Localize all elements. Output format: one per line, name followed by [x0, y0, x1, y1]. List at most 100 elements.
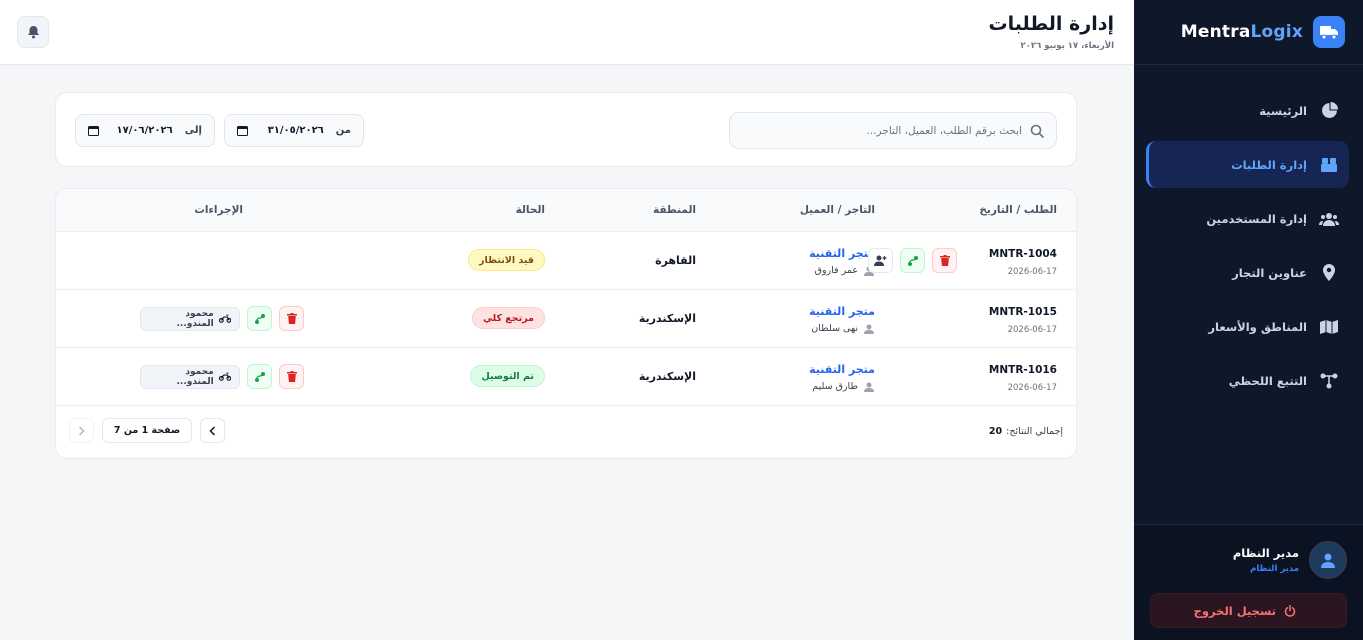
merchant-name[interactable]: متجر التقنية	[809, 305, 875, 318]
sidebar-item-label: التتبع اللحظي	[1228, 373, 1307, 388]
total-value: 20	[988, 426, 1003, 437]
delete-button[interactable]	[932, 248, 957, 273]
search-icon	[1030, 124, 1044, 138]
region: الإسكندرية	[638, 312, 696, 325]
sidebar-item-zones-prices[interactable]: المناطق والأسعار	[1148, 303, 1349, 350]
row-actions: محمود المندو...	[140, 306, 304, 331]
user-icon	[1321, 553, 1335, 568]
track-route-button[interactable]	[900, 248, 925, 273]
logout-label: تسجيل الخروج	[1193, 603, 1276, 618]
driver-select[interactable]: محمود المندو...	[140, 364, 240, 389]
notifications-button[interactable]	[17, 16, 49, 48]
status-badge: مرتجع كلي	[471, 307, 545, 329]
page-info: صفحة 1 من 7	[102, 418, 192, 443]
column-region: المنطقة	[652, 204, 696, 216]
order-date: 2026-06-17	[1007, 383, 1057, 393]
prev-page-button[interactable]	[69, 418, 94, 443]
sidebar-item-live-tracking[interactable]: التتبع اللحظي	[1148, 357, 1349, 404]
row-actions	[868, 248, 957, 273]
sidebar-item-merchant-addresses[interactable]: عناوين التجار	[1148, 249, 1349, 296]
calendar-icon[interactable]	[237, 125, 248, 136]
motorcycle-icon	[218, 372, 231, 381]
sidebar-item-users[interactable]: إدارة المستخدمين	[1148, 195, 1349, 242]
filter-card: من ٣١/٠٥/٢٠٢٦ إلى ١٧/٠٦/٢٠٢٦	[55, 92, 1077, 167]
brand: MentraLogix	[1134, 0, 1363, 65]
motorcycle-icon	[218, 314, 231, 323]
route-icon	[907, 255, 918, 266]
map-pin-icon	[1319, 263, 1339, 283]
order-id[interactable]: MNTR-1004	[989, 248, 1057, 260]
trash-icon	[286, 313, 297, 324]
customer: عمر فاروق	[815, 265, 875, 276]
sidebar: MentraLogix الرئيسية إدارة الطلبات إدارة…	[1134, 0, 1363, 640]
customer-name: عمر فاروق	[814, 265, 858, 276]
trash-icon	[286, 371, 297, 382]
date-to-label: إلى	[184, 125, 202, 136]
order-id[interactable]: MNTR-1015	[989, 306, 1057, 318]
date-from-label: من	[335, 125, 351, 136]
order-id[interactable]: MNTR-1016	[989, 364, 1057, 376]
user-panel: مدير النظام مدير النظام تسجيل الخروج	[1134, 524, 1363, 640]
search-input[interactable]	[742, 124, 1022, 137]
trash-icon	[939, 255, 950, 266]
sidebar-item-label: إدارة الطلبات	[1231, 157, 1307, 172]
row-actions: محمود المندو...	[140, 364, 304, 389]
sidebar-item-home[interactable]: الرئيسية	[1148, 87, 1349, 134]
route-icon	[254, 313, 265, 324]
customer-name: نهى سلطان	[811, 323, 858, 334]
total-results: إجمالي النتائج: 20	[989, 426, 1063, 437]
user-role: مدير النظام	[1250, 564, 1299, 574]
users-icon	[1319, 209, 1339, 229]
route-icon	[254, 371, 265, 382]
driver-name: محمود المندو...	[176, 308, 214, 329]
page-date: الأربعاء، ١٧ يونيو ٢٠٢٦	[1020, 41, 1114, 51]
total-label: إجمالي النتائج:	[1006, 426, 1063, 437]
route-icon	[1319, 371, 1339, 391]
brand-name: MentraLogix	[1180, 22, 1303, 42]
track-route-button[interactable]	[247, 364, 272, 389]
pie-chart-icon	[1319, 101, 1339, 121]
status-badge: قيد الانتظار	[468, 249, 545, 271]
merchant-name[interactable]: متجر التقنية	[809, 363, 875, 376]
date-to-field[interactable]: إلى ١٧/٠٦/٢٠٢٦	[75, 114, 215, 147]
date-to-value: ١٧/٠٦/٢٠٢٦	[116, 125, 173, 136]
search-box	[729, 112, 1057, 149]
delete-button[interactable]	[279, 364, 304, 389]
column-merchant: التاجر / العميل	[799, 204, 875, 216]
table-row: MNTR-1015 2026-06-17 متجر التقنية نهى سل…	[56, 290, 1076, 348]
chevron-right-icon	[78, 425, 85, 436]
bell-icon	[27, 26, 39, 39]
user-icon	[864, 382, 874, 392]
sidebar-item-orders[interactable]: إدارة الطلبات	[1146, 141, 1349, 188]
user-name: مدير النظام	[1232, 546, 1299, 560]
next-page-button[interactable]	[200, 418, 225, 443]
map-icon	[1319, 317, 1339, 337]
truck-icon	[1313, 16, 1345, 48]
logout-button[interactable]: تسجيل الخروج	[1150, 593, 1347, 628]
column-status: الحالة	[515, 204, 545, 216]
track-route-button[interactable]	[247, 306, 272, 331]
column-order: الطلب / التاريخ	[979, 204, 1057, 216]
merchant-name[interactable]: متجر التقنية	[809, 247, 875, 260]
sidebar-item-label: عناوين التجار	[1232, 265, 1307, 280]
sidebar-item-label: الرئيسية	[1259, 103, 1307, 118]
customer: نهى سلطان	[811, 323, 875, 334]
driver-name: محمود المندو...	[176, 366, 214, 387]
table-row: MNTR-1004 2026-06-17 متجر التقنية عمر فا…	[56, 232, 1076, 290]
driver-select[interactable]: محمود المندو...	[140, 306, 240, 331]
order-date: 2026-06-17	[1007, 267, 1057, 277]
delete-button[interactable]	[279, 306, 304, 331]
chevron-left-icon	[209, 425, 216, 436]
table-header: الطلب / التاريخ التاجر / العميل المنطقة …	[56, 189, 1076, 232]
date-from-field[interactable]: من ٣١/٠٥/٢٠٢٦	[224, 114, 364, 147]
column-actions: الإجراءات	[194, 204, 243, 216]
avatar	[1309, 541, 1347, 579]
region: الإسكندرية	[638, 370, 696, 383]
table-row: MNTR-1016 2026-06-17 متجر التقنية طارق س…	[56, 348, 1076, 406]
top-header: إدارة الطلبات الأربعاء، ١٧ يونيو ٢٠٢٦	[0, 0, 1134, 65]
table-footer: إجمالي النتائج: 20 صفحة 1 من 7	[56, 406, 1076, 458]
boxes-icon	[1319, 155, 1339, 175]
region: القاهرة	[655, 254, 696, 267]
calendar-icon[interactable]	[88, 125, 99, 136]
assign-driver-button[interactable]	[868, 248, 893, 273]
